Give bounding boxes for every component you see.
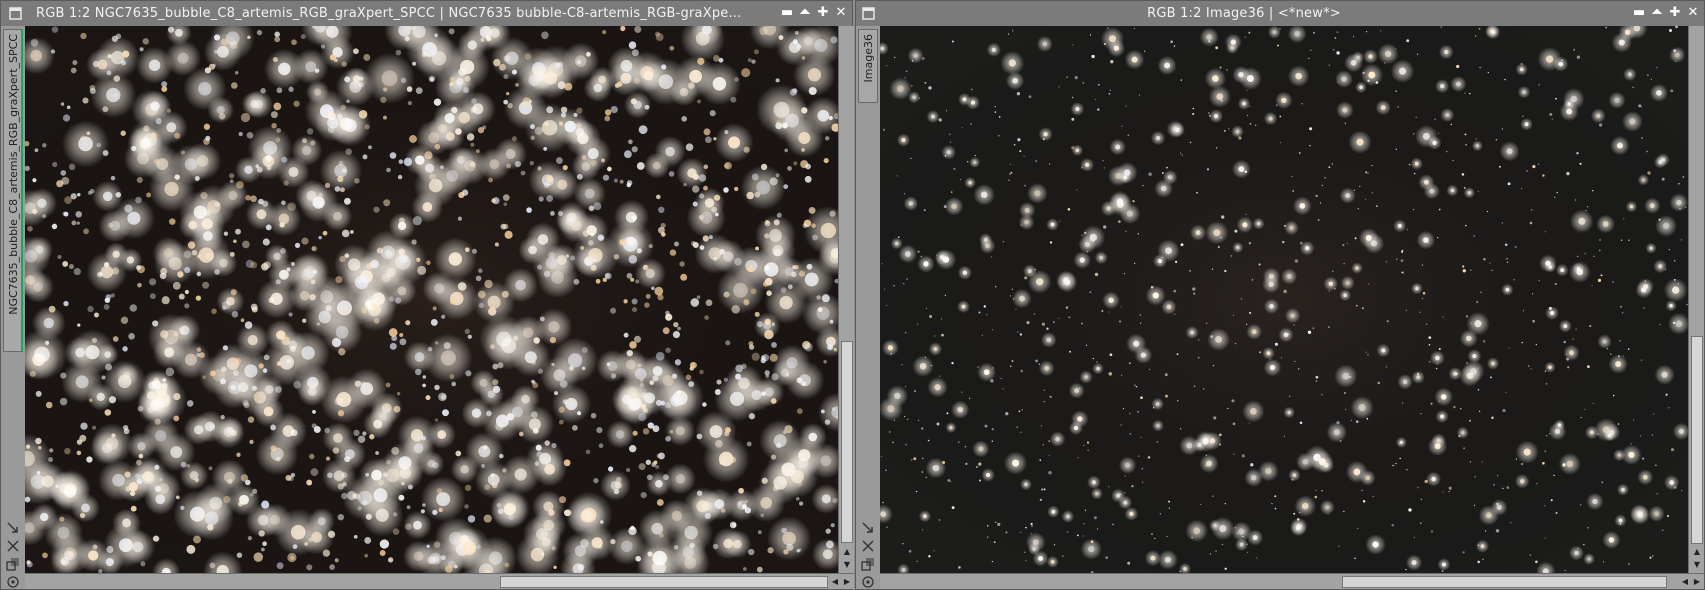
scroll-down-arrow[interactable]: ▼ xyxy=(839,559,855,571)
image-window-left[interactable]: RGB 1:2 NGC7635_bubble_C8_artemis_RGB_gr… xyxy=(0,0,854,590)
star-field-image xyxy=(880,26,1688,573)
image-window-right[interactable]: RGB 1:2 Image36 | <*new*> ▬ ⏶ ✚ ✕ Image3… xyxy=(855,0,1705,590)
view-identifier-tab[interactable]: NGC7635_bubble_C8_artemis_RGB_graXpert_S… xyxy=(3,29,23,352)
pixinsight-workspace: RGB 1:2 NGC7635_bubble_C8_artemis_RGB_gr… xyxy=(0,0,1705,590)
maximize-button[interactable]: ✚ xyxy=(1666,4,1684,22)
shade-button[interactable]: ▬ xyxy=(1630,4,1648,22)
zoom-to-fit-icon[interactable] xyxy=(861,521,875,535)
maximize-button[interactable]: ✚ xyxy=(814,4,832,22)
mask-icon[interactable] xyxy=(861,557,875,571)
scroll-left-arrow[interactable]: ◀ xyxy=(1679,576,1691,588)
view-identifier-label: NGC7635_bubble_C8_artemis_RGB_graXpert_S… xyxy=(7,34,20,315)
view-identifier-label: Image36 xyxy=(862,34,875,83)
vertical-scrollbar[interactable]: ▲ ▼ xyxy=(838,26,854,573)
scroll-right-arrow[interactable]: ▶ xyxy=(841,576,853,588)
image-viewport[interactable] xyxy=(880,26,1688,573)
horizontal-scroll-thumb[interactable] xyxy=(1342,576,1667,588)
shade-button[interactable]: ▬ xyxy=(778,4,796,22)
window-menu-icon[interactable] xyxy=(9,7,22,20)
scroll-left-arrow[interactable]: ◀ xyxy=(829,576,841,588)
image-viewport[interactable] xyxy=(25,26,838,573)
minimize-button[interactable]: ⏶ xyxy=(796,4,814,22)
zoom-to-fit-icon[interactable] xyxy=(6,521,20,535)
star-field-image xyxy=(25,26,838,573)
readout-mode-icon[interactable] xyxy=(861,539,875,553)
scroll-up-arrow[interactable]: ▲ xyxy=(839,546,855,558)
readout-mode-icon[interactable] xyxy=(6,539,20,553)
horizontal-scrollbar[interactable]: ◀ ▶ xyxy=(25,573,854,589)
mask-icon[interactable] xyxy=(6,557,20,571)
window-title: RGB 1:2 Image36 | <*new*> xyxy=(1147,6,1341,21)
vertical-scroll-thumb[interactable] xyxy=(841,341,853,543)
horizontal-scroll-thumb[interactable] xyxy=(500,576,828,588)
vertical-scroll-thumb[interactable] xyxy=(1691,336,1703,544)
scroll-right-arrow[interactable]: ▶ xyxy=(1691,576,1703,588)
window-titlebar[interactable]: RGB 1:2 Image36 | <*new*> ▬ ⏶ ✚ ✕ xyxy=(856,1,1704,26)
window-titlebar[interactable]: RGB 1:2 NGC7635_bubble_C8_artemis_RGB_gr… xyxy=(1,1,852,26)
scroll-down-arrow[interactable]: ▼ xyxy=(1689,559,1705,571)
stf-icon[interactable] xyxy=(6,575,20,589)
scroll-up-arrow[interactable]: ▲ xyxy=(1689,546,1705,558)
vertical-scrollbar[interactable]: ▲ ▼ xyxy=(1688,26,1704,573)
close-button[interactable]: ✕ xyxy=(832,4,850,22)
stf-icon[interactable] xyxy=(861,575,875,589)
minimize-button[interactable]: ⏶ xyxy=(1648,4,1666,22)
close-button[interactable]: ✕ xyxy=(1684,4,1702,22)
view-identifier-tab[interactable]: Image36 xyxy=(858,29,878,103)
horizontal-scrollbar[interactable]: ◀ ▶ xyxy=(880,573,1704,589)
window-title: RGB 1:2 NGC7635_bubble_C8_artemis_RGB_gr… xyxy=(36,6,742,21)
